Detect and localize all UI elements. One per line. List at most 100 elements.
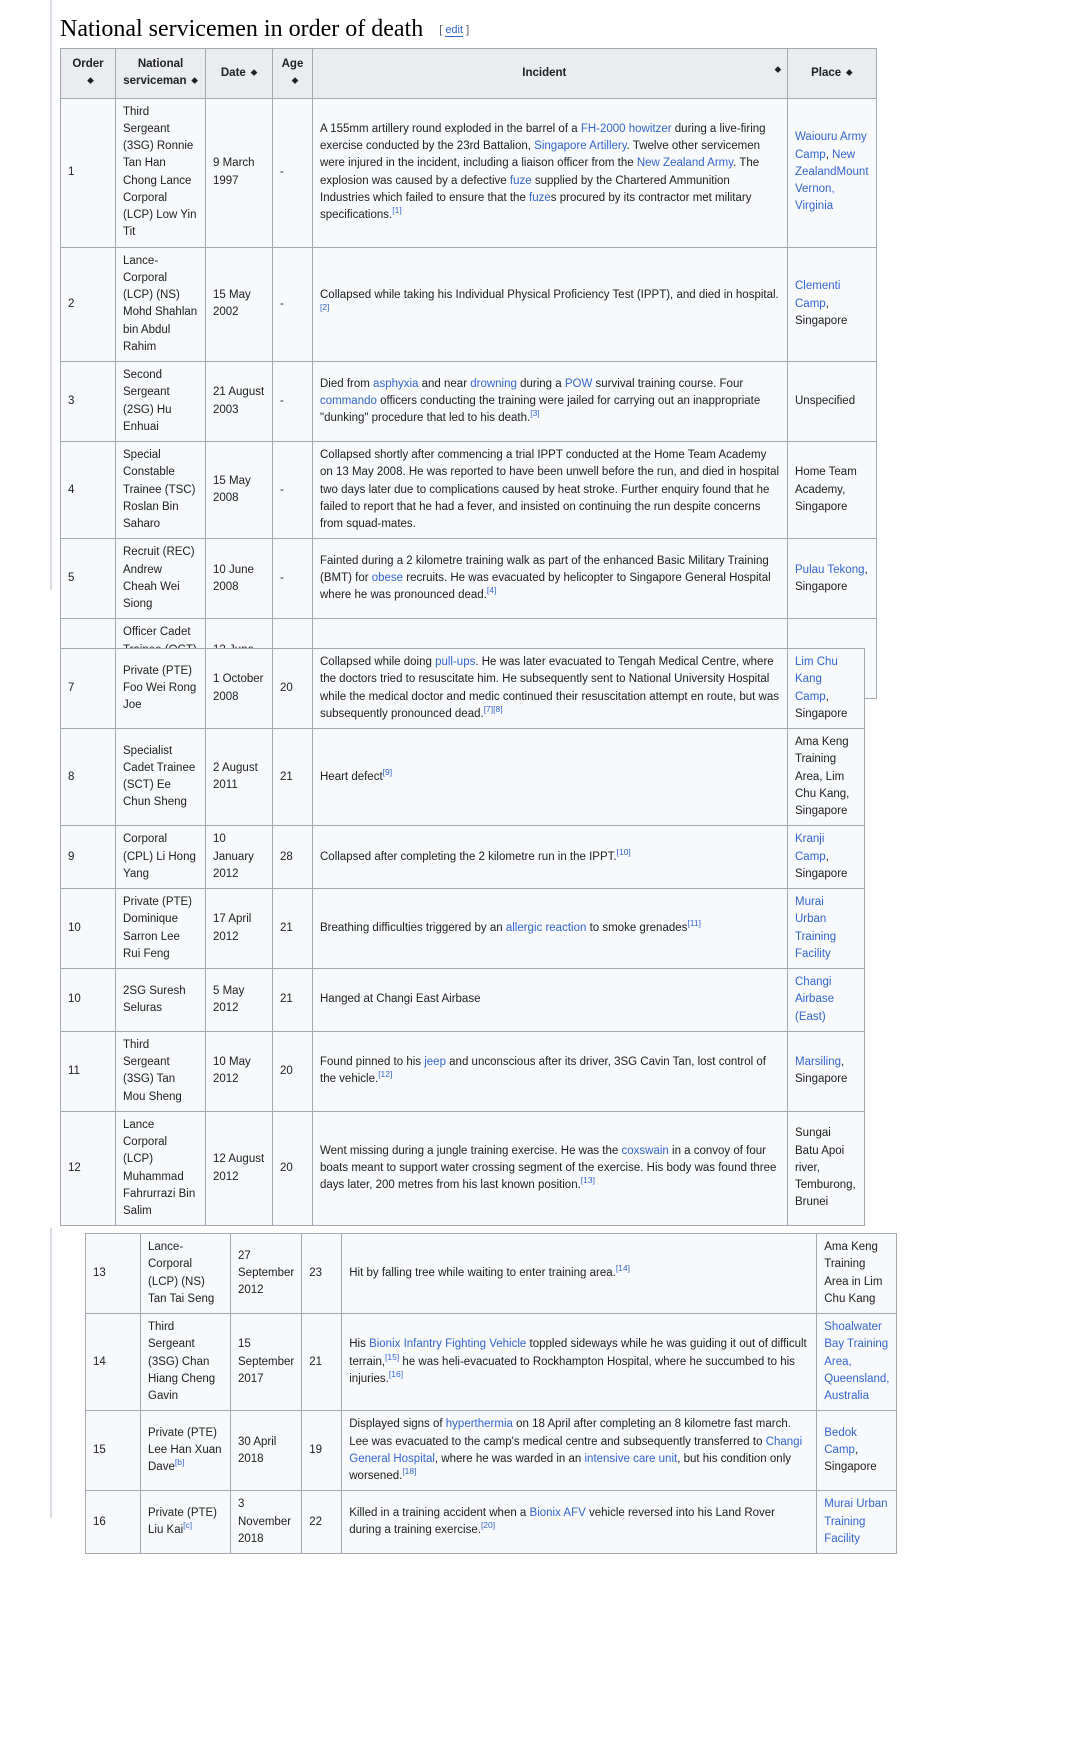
wiki-link[interactable]: allergic reaction <box>506 922 587 934</box>
reference-marker[interactable]: [9] <box>383 767 392 777</box>
edit-section-link[interactable]: edit <box>445 24 464 37</box>
wiki-link[interactable]: FH-2000 howitzer <box>581 123 672 135</box>
wiki-link[interactable]: Waiouru Army Camp <box>795 131 867 160</box>
wiki-link[interactable]: Shoalwater Bay Training Area, Queensland… <box>824 1321 889 1402</box>
age-cell: - <box>272 440 313 540</box>
reference-marker[interactable]: [10] <box>617 847 631 857</box>
reference-marker[interactable]: [4] <box>487 586 496 596</box>
reference-marker[interactable]: [8] <box>493 704 502 714</box>
wiki-link[interactable]: fuze <box>529 192 551 204</box>
wiki-link[interactable]: fuze <box>510 175 532 187</box>
date-cell: 5 May 2012 <box>205 968 273 1032</box>
date-cell: 1 October 2008 <box>205 648 273 729</box>
column-header-order-label: Order <box>72 58 104 70</box>
wiki-link[interactable]: New Zealand Army <box>637 157 733 169</box>
reference-marker[interactable]: [13] <box>581 1175 595 1185</box>
wiki-link[interactable]: drowning <box>470 378 517 390</box>
wiki-link[interactable]: pull-ups <box>435 656 475 668</box>
wiki-link[interactable]: Bionix AFV <box>530 1507 586 1519</box>
footnote-marker[interactable]: [c] <box>183 1520 192 1530</box>
column-header-place[interactable]: Place ⬥ <box>787 48 877 99</box>
column-header-age-label: Age <box>281 58 304 70</box>
wiki-link[interactable]: Lim Chu Kang Camp <box>795 656 838 703</box>
wiki-link[interactable]: obese <box>372 572 403 584</box>
column-header-name[interactable]: National serviceman ⬥ <box>115 48 206 99</box>
reference-marker[interactable]: [11] <box>687 918 701 928</box>
wiki-link[interactable]: Murai Urban Training Facility <box>795 896 836 960</box>
date-cell: 3 November 2018 <box>229 1490 303 1554</box>
order-cell: 3 <box>60 361 116 442</box>
table-row: 7 Private (PTE) Foo Wei Rong Joe 1 October… <box>60 648 865 729</box>
wiki-link[interactable]: Murai Urban Training Facility <box>824 1498 887 1545</box>
sort-arrows-icon[interactable]: ⬥ <box>191 76 197 85</box>
age-cell: 19 <box>301 1410 343 1492</box>
place-cell: Unspecified <box>787 361 877 442</box>
edit-section-link-wrap: [ edit ] <box>439 24 469 37</box>
order-cell: 9 <box>60 825 116 889</box>
wiki-link[interactable]: hyperthermia <box>446 1418 513 1430</box>
column-header-date[interactable]: Date ⬥ <box>205 48 273 99</box>
wiki-link[interactable]: Singapore Artillery <box>534 140 626 152</box>
reference-marker[interactable]: [7] <box>484 704 493 714</box>
wiki-link[interactable]: asphyxia <box>373 378 418 390</box>
incident-cell: Collapsed after completing the 2 kilomet… <box>312 825 788 889</box>
reference-marker[interactable]: [15] <box>385 1352 399 1362</box>
wiki-link[interactable]: jeep <box>424 1056 446 1068</box>
reference-marker[interactable]: [16] <box>389 1369 403 1379</box>
section-heading-block: National servicemen in order of death [ … <box>60 14 860 51</box>
column-header-incident-label: Incident <box>522 66 567 79</box>
order-cell: 16 <box>85 1490 141 1554</box>
wiki-link[interactable]: intensive care unit <box>585 1453 678 1465</box>
incident-cell: Collapsed while taking his Individual Ph… <box>312 246 788 362</box>
reference-marker[interactable]: [3] <box>530 408 539 418</box>
reference-marker[interactable]: [1] <box>392 205 401 215</box>
wiki-link[interactable]: Changi Airbase (East) <box>795 976 834 1023</box>
order-cell: 4 <box>60 440 116 540</box>
sort-arrows-icon[interactable]: ⬥ <box>292 76 298 85</box>
wiki-link[interactable]: POW <box>565 378 592 390</box>
sort-arrows-icon[interactable]: ⬥ <box>846 67 852 77</box>
wiki-link[interactable]: Bedok Camp <box>824 1427 857 1456</box>
reference-marker[interactable]: [18] <box>402 1466 416 1476</box>
incident-cell: Displayed signs of hyperthermia on 18 Ap… <box>341 1410 818 1492</box>
wiki-link[interactable]: Clementi Camp <box>795 280 840 309</box>
incident-cell: Went missing during a jungle training ex… <box>312 1110 788 1227</box>
serviceman-name-cell: Private (PTE) Liu Kai[c] <box>140 1490 231 1554</box>
footnote-marker[interactable]: [b] <box>175 1458 184 1468</box>
age-cell: 21 <box>301 1312 343 1412</box>
wiki-link[interactable]: coxswain <box>622 1145 669 1157</box>
wiki-link[interactable]: commando <box>320 395 377 407</box>
sortable-table-3: 13 Lance-Corporal (LCP) (NS) Tan Tai Seng… <box>85 1233 898 1554</box>
wiki-link[interactable]: Changi General Hospital <box>349 1436 802 1465</box>
wiki-link[interactable]: Kranji Camp <box>795 833 826 862</box>
reference-marker[interactable]: [2] <box>320 302 329 312</box>
place-cell: Home Team Academy, Singapore <box>787 440 877 540</box>
wiki-link[interactable]: Pulau Tekong <box>795 564 864 576</box>
date-cell: 15 September 2017 <box>229 1312 303 1412</box>
column-header-order[interactable]: Order ⬥ <box>60 48 116 99</box>
order-cell: 2 <box>60 246 116 362</box>
place-cell: Kranji Camp, Singapore <box>787 825 865 889</box>
page-edge-rule-bottom <box>50 1228 52 1518</box>
sortable-table-1: Order ⬥ National serviceman ⬥ Date ⬥ Age ⬥ I… <box>60 48 877 700</box>
reference-marker[interactable]: [14] <box>616 1263 630 1273</box>
sort-arrows-icon[interactable]: ⬥ <box>87 76 93 85</box>
wiki-link[interactable]: Marsiling <box>795 1056 841 1068</box>
wiki-link[interactable]: Bionix Infantry Fighting Vehicle <box>369 1338 526 1350</box>
table-row: 16 Private (PTE) Liu Kai[c] 3 November 201… <box>85 1490 898 1554</box>
reference-marker[interactable]: [12] <box>378 1069 392 1079</box>
incident-cell: Collapsed shortly after commencing a tri… <box>312 440 788 540</box>
column-header-incident[interactable]: Incident ⬥ <box>312 48 788 99</box>
column-header-name-label: National serviceman <box>123 58 187 88</box>
place-cell: Ama Keng Training Area, Lim Chu Kang, Si… <box>787 727 865 827</box>
incident-cell: Found pinned to his jeep and unconscious… <box>312 1030 788 1112</box>
serviceman-name-cell: Private (PTE) Lee Han Xuan Dave[b] <box>140 1410 231 1492</box>
sort-arrows-icon[interactable]: ⬥ <box>251 67 257 77</box>
column-header-age[interactable]: Age ⬥ <box>272 48 313 99</box>
sort-arrows-icon[interactable]: ⬥ <box>775 64 781 74</box>
table-header-row: Order ⬥ National serviceman ⬥ Date ⬥ Age ⬥ I… <box>60 48 877 99</box>
order-cell: 10 <box>60 968 116 1032</box>
order-cell: 13 <box>85 1233 141 1314</box>
table-row: 10 2SG Suresh Seluras 5 May 2012 21 Hanged a… <box>60 968 865 1032</box>
reference-marker[interactable]: [20] <box>481 1520 495 1530</box>
